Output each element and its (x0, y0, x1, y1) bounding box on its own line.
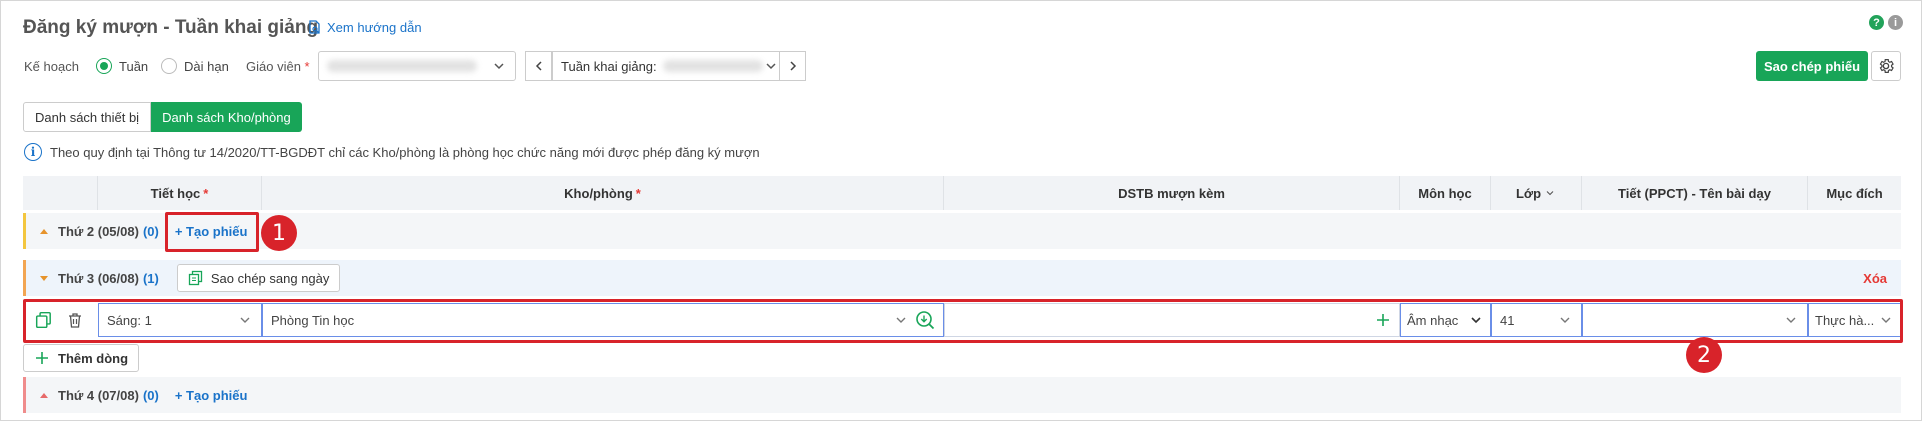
info-circle-icon: i (24, 143, 42, 161)
chevron-down-icon (240, 317, 250, 323)
room-value: Phòng Tin học (271, 312, 355, 328)
copy-icon (188, 270, 202, 286)
room-lookup-icon[interactable] (915, 310, 935, 330)
week-select[interactable]: Tuần khai giảng: (552, 51, 780, 81)
chevron-down-icon (896, 317, 906, 323)
column-header-equipment: DSTB mượn kèm (944, 176, 1400, 210)
subject-select[interactable]: Âm nhạc (1400, 303, 1491, 337)
chevron-down-icon (1560, 317, 1570, 323)
chevron-down-icon (494, 63, 504, 70)
add-row-label: Thêm dòng (58, 350, 129, 366)
room-select[interactable]: Phòng Tin học (262, 303, 944, 337)
day-label: Thứ 2 (05/08) (58, 223, 139, 239)
collapse-icon[interactable] (40, 228, 48, 234)
help-icon[interactable]: ? (1869, 15, 1884, 30)
copy-icon (35, 311, 51, 329)
day-color-bar (23, 260, 26, 296)
help-link-label: Xem hướng dẫn (327, 20, 422, 35)
step-badge-1: 1 (261, 215, 297, 251)
radio-long-term-label: Dài hạn (184, 58, 229, 74)
day-label: Thứ 4 (07/08) (58, 387, 139, 403)
plus-icon (36, 352, 48, 364)
column-header-lesson: Tiết (PPCT) - Tên bài dạy (1582, 176, 1808, 210)
column-header-period: Tiết học * (98, 176, 262, 210)
plus-icon[interactable] (1375, 312, 1391, 328)
column-header-purpose: Mục đích (1826, 185, 1883, 201)
period-value: Sáng: 1 (107, 312, 152, 328)
class-select[interactable]: 41 (1491, 303, 1582, 337)
ticket-count: (1) (142, 270, 159, 286)
document-search-icon (309, 20, 320, 34)
delete-day-link[interactable]: Xóa (1863, 271, 1887, 286)
day-row-tuesday: Thứ 3 (06/08) (1) Sao chép sang ngày Xóa (23, 260, 1901, 296)
tab-bar: Danh sách thiết bị Danh sách Kho/phòng (23, 102, 302, 132)
gear-icon (1879, 59, 1894, 73)
class-value: 41 (1500, 312, 1515, 328)
collapse-icon[interactable] (40, 392, 48, 398)
day-color-bar (23, 213, 26, 249)
tab-room-list[interactable]: Danh sách Kho/phòng (151, 102, 302, 132)
add-row-button[interactable]: Thêm dòng (23, 344, 140, 372)
expand-icon[interactable] (40, 275, 48, 281)
chevron-down-icon (1471, 317, 1481, 324)
radio-week[interactable]: Tuần (96, 58, 148, 74)
info-icon[interactable]: i (1888, 15, 1903, 30)
column-header-room: Kho/phòng * (262, 176, 944, 210)
prev-week-button[interactable] (525, 51, 552, 81)
duplicate-row-button[interactable] (33, 309, 55, 331)
week-value-blurred (662, 60, 763, 72)
radio-long-term-dot (161, 58, 177, 74)
ticket-count: (0) (142, 223, 159, 239)
chevron-down-icon (1881, 317, 1891, 323)
lesson-select[interactable] (1582, 303, 1808, 337)
chevron-down-icon (766, 63, 776, 70)
week-select-label: Tuần khai giảng: (561, 58, 657, 74)
subject-value: Âm nhạc (1407, 312, 1459, 328)
equipment-input[interactable] (944, 303, 1400, 337)
page-title: Đăng ký mượn - Tuần khai giảng (23, 17, 319, 38)
help-link[interactable]: Xem hướng dẫn (308, 20, 422, 35)
day-color-bar (23, 377, 26, 413)
chevron-left-icon (535, 61, 542, 71)
create-ticket-link[interactable]: + Tạo phiếu (175, 224, 248, 239)
purpose-select[interactable]: Thực hà... (1808, 303, 1901, 337)
step-badge-2: 2 (1686, 337, 1722, 373)
tab-equipment-list[interactable]: Danh sách thiết bị (23, 102, 152, 132)
create-ticket-link[interactable]: + Tạo phiếu (175, 388, 248, 403)
teacher-value-blurred (327, 60, 477, 72)
table-row-edit: Sáng: 1 Phòng Tin học Âm nhạc 41 Thực hà… (23, 299, 1901, 341)
day-label: Thứ 3 (06/08) (58, 270, 139, 286)
delete-row-button[interactable] (64, 309, 86, 331)
day-row-monday: Thứ 2 (05/08) (0) + Tạo phiếu (23, 213, 1901, 249)
regulation-notice-text: Theo quy định tại Thông tư 14/2020/TT-BG… (50, 144, 760, 160)
chevron-down-icon (1786, 317, 1796, 323)
copy-to-day-label: Sao chép sang ngày (210, 270, 330, 286)
chevron-right-icon (789, 61, 796, 71)
radio-week-label: Tuần (119, 58, 149, 74)
regulation-notice: i Theo quy định tại Thông tư 14/2020/TT-… (24, 143, 760, 161)
column-header-class[interactable]: Lớp (1491, 176, 1582, 210)
table-header: Tiết học * Kho/phòng * DSTB mượn kèm Môn h… (23, 176, 1901, 210)
purpose-value: Thực hà... (1815, 312, 1875, 328)
column-header-actions (23, 176, 98, 210)
chevron-down-icon (1546, 191, 1554, 196)
teacher-label: Giáo viên * (246, 59, 310, 74)
column-header-subject: Môn học (1400, 176, 1491, 210)
radio-long-term[interactable]: Dài hạn (161, 58, 229, 74)
teacher-select[interactable] (318, 51, 516, 81)
top-right-icons: ? i (1869, 15, 1903, 30)
period-select[interactable]: Sáng: 1 (98, 303, 262, 337)
plan-label: Kế hoạch (24, 59, 79, 74)
ticket-count: (0) (142, 387, 159, 403)
copy-ticket-button[interactable]: Sao chép phiếu (1756, 51, 1868, 81)
trash-icon (69, 312, 81, 328)
settings-button[interactable] (1871, 51, 1901, 81)
copy-to-day-button[interactable]: Sao chép sang ngày (176, 264, 341, 292)
radio-week-dot (96, 58, 112, 74)
next-week-button[interactable] (779, 51, 806, 81)
day-row-wednesday: Thứ 4 (07/08) (0) + Tạo phiếu (23, 377, 1901, 413)
app-window: Đăng ký mượn - Tuần khai giảng Xem hướng… (0, 0, 1922, 421)
